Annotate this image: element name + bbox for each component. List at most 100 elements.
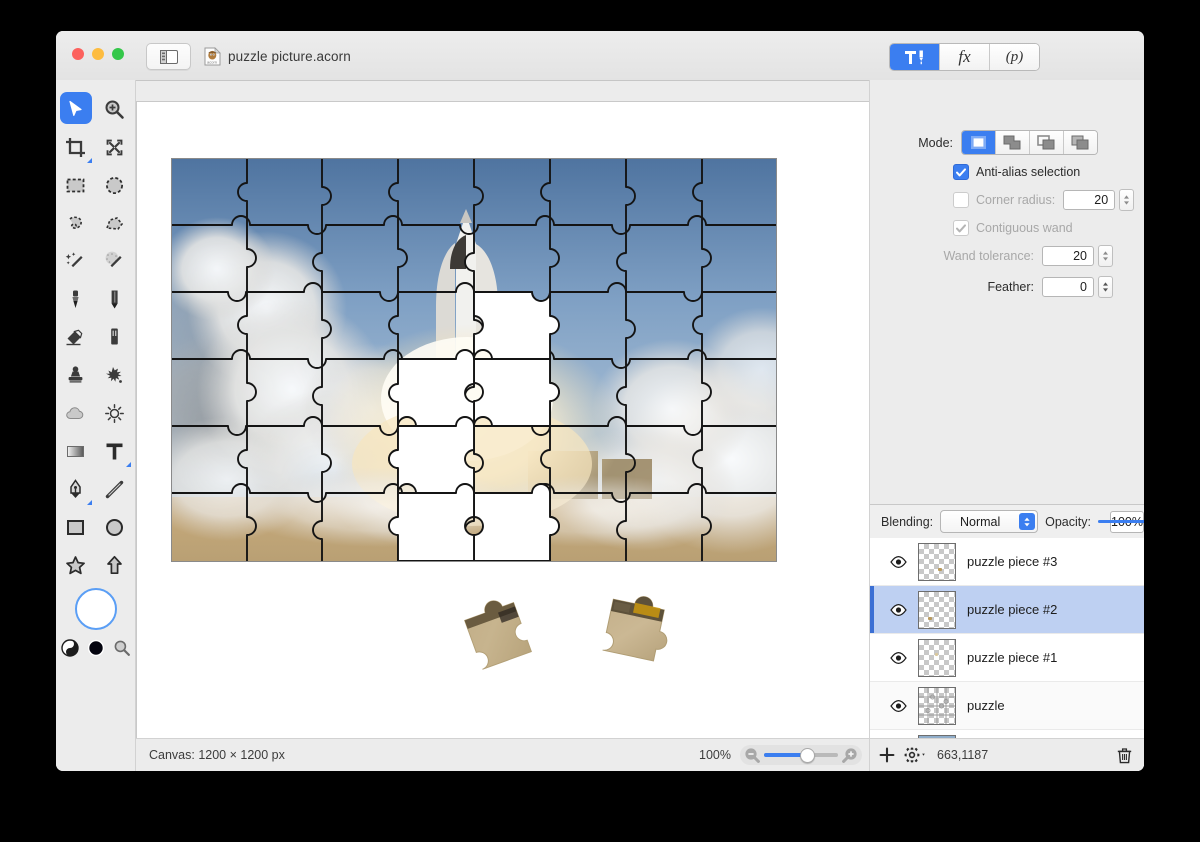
close-window-button[interactable] bbox=[72, 48, 84, 60]
minimize-window-button[interactable] bbox=[92, 48, 104, 60]
half-filled-circle-icon[interactable] bbox=[61, 639, 79, 657]
contiguous-wand-checkbox[interactable] bbox=[953, 220, 969, 236]
brush-tool[interactable] bbox=[56, 280, 95, 318]
add-to-selection-button[interactable] bbox=[996, 131, 1030, 154]
canvas-pane[interactable] bbox=[136, 101, 870, 739]
eye-visibility-icon[interactable] bbox=[890, 604, 907, 616]
zoom-window-button[interactable] bbox=[112, 48, 124, 60]
title-bar: acorn puzzle picture.acorn fx (p) bbox=[56, 31, 1144, 81]
blending-mode-select[interactable]: Normal bbox=[940, 510, 1038, 533]
feather-label: Feather: bbox=[870, 280, 1034, 294]
marker-tool[interactable] bbox=[95, 318, 134, 356]
letter-t-icon bbox=[104, 441, 125, 462]
layers-panel: Blending: Normal Opacity: 100% bbox=[870, 504, 1144, 771]
corner-radius-stepper[interactable] bbox=[1119, 189, 1134, 211]
magnifier-icon[interactable] bbox=[113, 639, 131, 657]
cursor-coordinates: 663,1187 bbox=[937, 748, 988, 762]
magic-wand-icon bbox=[65, 251, 86, 272]
ellipse-shape-tool[interactable] bbox=[95, 508, 134, 546]
floating-puzzle-piece-right[interactable] bbox=[585, 588, 681, 676]
opacity-slider[interactable] bbox=[1098, 515, 1103, 529]
layer-row-puzzle-piece-3[interactable]: puzzle piece #3 bbox=[870, 538, 1144, 586]
square-icon bbox=[65, 517, 86, 538]
gradient-tool[interactable] bbox=[56, 432, 95, 470]
mode-label: Mode: bbox=[870, 136, 953, 150]
corner-radius-field[interactable]: 20 bbox=[1063, 190, 1115, 210]
rectangular-select-tool[interactable] bbox=[56, 166, 95, 204]
tools-hammer-pen-icon bbox=[902, 49, 928, 66]
tool-palette bbox=[56, 80, 136, 771]
eye-visibility-icon[interactable] bbox=[890, 652, 907, 664]
chevron-updown-icon bbox=[1019, 513, 1035, 530]
move-tool[interactable] bbox=[56, 90, 95, 128]
palette-p-icon: (p) bbox=[1006, 49, 1024, 66]
layer-list[interactable]: puzzle piece #3 puzzle piece #2 bbox=[870, 538, 1144, 771]
wand-tolerance-field[interactable]: 20 bbox=[1042, 246, 1094, 266]
sidebar-toggle-button[interactable] bbox=[146, 43, 191, 70]
foreground-color-swatch[interactable] bbox=[75, 588, 117, 630]
transform-tool[interactable] bbox=[95, 128, 134, 166]
smudge-tool[interactable] bbox=[95, 356, 134, 394]
zoom-tool[interactable] bbox=[95, 90, 134, 128]
dodge-tool[interactable] bbox=[95, 394, 134, 432]
zoom-level-label: 100% bbox=[699, 748, 731, 762]
clone-stamp-tool[interactable] bbox=[56, 356, 95, 394]
crop-tool[interactable] bbox=[56, 128, 95, 166]
black-circle-icon[interactable] bbox=[87, 639, 105, 657]
blur-tool[interactable] bbox=[56, 394, 95, 432]
elliptical-select-tool[interactable] bbox=[95, 166, 134, 204]
inspector-tab-group[interactable]: fx (p) bbox=[889, 43, 1040, 71]
rubber-stamp-icon bbox=[65, 365, 86, 386]
plus-magnifier-icon[interactable] bbox=[842, 747, 858, 763]
minus-magnifier-icon[interactable] bbox=[744, 747, 760, 763]
zoom-slider[interactable] bbox=[740, 745, 862, 765]
right-pane: Mode: Anti-alias selection bbox=[869, 80, 1144, 771]
plus-icon[interactable] bbox=[879, 747, 895, 763]
document-title[interactable]: acorn puzzle picture.acorn bbox=[204, 45, 351, 67]
instant-alpha-tool[interactable] bbox=[95, 242, 134, 280]
eraser-tool[interactable] bbox=[56, 318, 95, 356]
tool-options-panel: Mode: Anti-alias selection bbox=[870, 80, 1144, 504]
pencil-tool[interactable] bbox=[95, 280, 134, 318]
zoom-slider-knob[interactable] bbox=[800, 748, 815, 763]
wand-tolerance-label: Wand tolerance: bbox=[870, 249, 1034, 263]
eye-visibility-icon[interactable] bbox=[890, 556, 907, 568]
anti-alias-checkbox[interactable] bbox=[953, 164, 969, 180]
trash-icon[interactable] bbox=[1117, 747, 1132, 764]
paint-brush-icon bbox=[65, 289, 86, 310]
tool-submenu-indicator[interactable] bbox=[126, 462, 131, 467]
lasso-select-tool[interactable] bbox=[56, 204, 95, 242]
layer-row-puzzle[interactable]: puzzle bbox=[870, 682, 1144, 730]
rectangle-shape-tool[interactable] bbox=[56, 508, 95, 546]
intersect-selection-button[interactable] bbox=[1064, 131, 1097, 154]
arrow-shape-tool[interactable] bbox=[95, 546, 134, 584]
polygon-select-tool[interactable] bbox=[95, 204, 134, 242]
gear-dropdown-icon[interactable] bbox=[904, 747, 928, 763]
feather-field[interactable]: 0 bbox=[1042, 277, 1094, 297]
stepper-arrows-icon bbox=[1123, 194, 1130, 206]
feather-stepper[interactable] bbox=[1098, 276, 1113, 298]
floating-puzzle-piece-left[interactable] bbox=[452, 594, 544, 678]
magic-wand-tool[interactable] bbox=[56, 242, 95, 280]
text-tool[interactable] bbox=[95, 432, 134, 470]
layer-row-puzzle-piece-2[interactable]: puzzle piece #2 bbox=[870, 586, 1144, 634]
traffic-lights bbox=[72, 48, 124, 60]
artboard[interactable] bbox=[171, 158, 777, 562]
subtract-from-selection-button[interactable] bbox=[1030, 131, 1064, 154]
tab-tools[interactable] bbox=[890, 44, 940, 70]
tab-palette[interactable]: (p) bbox=[990, 44, 1039, 70]
replace-selection-button[interactable] bbox=[962, 131, 996, 154]
eye-visibility-icon[interactable] bbox=[890, 700, 907, 712]
tool-submenu-indicator[interactable] bbox=[87, 500, 92, 505]
layers-footer: 663,1187 bbox=[870, 738, 1144, 771]
layer-row-puzzle-piece-1[interactable]: puzzle piece #1 bbox=[870, 634, 1144, 682]
selection-mode-group[interactable] bbox=[961, 130, 1098, 155]
star-shape-tool[interactable] bbox=[56, 546, 95, 584]
bezier-pen-tool[interactable] bbox=[56, 470, 95, 508]
tab-filters[interactable]: fx bbox=[940, 44, 990, 70]
tool-submenu-indicator[interactable] bbox=[87, 158, 92, 163]
corner-radius-checkbox[interactable] bbox=[953, 192, 969, 208]
wand-tolerance-stepper[interactable] bbox=[1098, 245, 1113, 267]
zoom-controls[interactable]: 100% bbox=[699, 745, 862, 765]
line-tool[interactable] bbox=[95, 470, 134, 508]
